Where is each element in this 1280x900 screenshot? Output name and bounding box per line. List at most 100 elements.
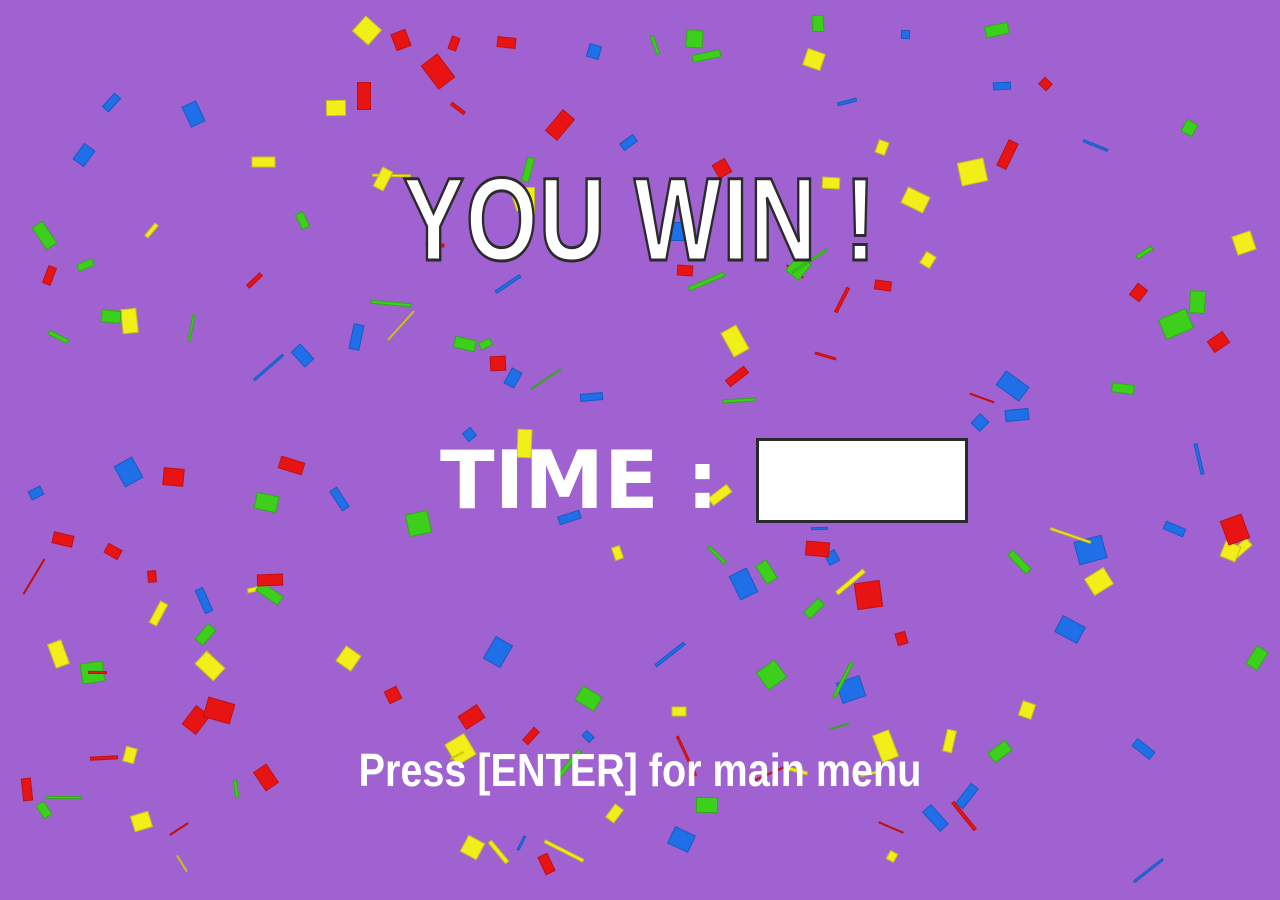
confetti-piece <box>477 337 494 351</box>
confetti-piece <box>1110 382 1136 395</box>
confetti-piece <box>1162 520 1187 538</box>
confetti-piece <box>447 35 461 52</box>
confetti-piece <box>187 313 196 343</box>
confetti-piece <box>452 335 478 353</box>
confetti-piece <box>802 597 826 620</box>
confetti-piece <box>101 92 122 113</box>
confetti-piece <box>87 670 108 675</box>
confetti-piece <box>103 542 123 561</box>
confetti-piece <box>706 545 728 565</box>
victory-screen: YOU WIN ! TIME : Press [ENTER] for main … <box>0 0 1280 900</box>
time-label: TIME : <box>440 434 719 527</box>
confetti-piece <box>383 685 403 705</box>
confetti-piece <box>51 531 75 548</box>
confetti-piece <box>129 810 154 833</box>
confetti-piece <box>35 800 53 820</box>
confetti-piece <box>27 485 45 501</box>
confetti-piece <box>755 659 788 691</box>
confetti-piece <box>802 47 826 72</box>
confetti-piece <box>176 854 188 873</box>
confetti-piece <box>120 307 139 335</box>
confetti-piece <box>420 53 456 90</box>
confetti-piece <box>1004 407 1030 423</box>
confetti-piece <box>878 821 904 834</box>
win-title: YOU WIN ! <box>402 153 878 288</box>
confetti-piece <box>804 540 831 558</box>
confetti-piece <box>618 133 639 152</box>
confetti-piece <box>450 101 466 116</box>
confetti-piece <box>1083 566 1115 597</box>
confetti-piece <box>496 36 517 49</box>
confetti-piece <box>194 622 217 647</box>
confetti-piece <box>41 265 58 286</box>
confetti-piece <box>194 650 226 682</box>
confetti-piece <box>329 486 350 512</box>
confetti-piece <box>290 343 315 368</box>
confetti-piece <box>1188 289 1207 315</box>
confetti-piece <box>722 397 756 404</box>
confetti-piece <box>72 142 96 168</box>
confetti-piece <box>22 558 46 595</box>
confetti-piece <box>1193 442 1205 476</box>
confetti-piece <box>984 21 1010 39</box>
confetti-piece <box>194 586 214 615</box>
confetti-piece <box>1180 118 1199 138</box>
confetti-piece <box>885 849 899 864</box>
confetti-piece <box>671 706 687 717</box>
confetti-piece <box>100 308 122 325</box>
confetti-piece <box>574 685 603 712</box>
confetti-piece <box>20 777 34 802</box>
confetti-piece <box>814 351 837 361</box>
confetti-piece <box>370 299 412 308</box>
confetti-piece <box>459 834 486 861</box>
confetti-piece <box>894 630 909 647</box>
confetti-piece <box>654 641 686 668</box>
confetti-piece <box>31 220 58 251</box>
confetti-piece <box>922 803 949 833</box>
confetti-piece <box>76 257 95 273</box>
confetti-piece <box>489 355 507 372</box>
confetti-piece <box>691 49 722 63</box>
confetti-piece <box>992 81 1012 91</box>
confetti-piece <box>44 795 83 800</box>
confetti-piece <box>530 368 562 390</box>
confetti-piece <box>811 14 825 33</box>
confetti-piece <box>1017 700 1037 720</box>
confetti-piece <box>148 600 169 627</box>
confetti-piece <box>544 109 576 141</box>
confetti-piece <box>1007 549 1032 575</box>
enter-hint: Press [ENTER] for main menu <box>358 744 922 796</box>
confetti-piece <box>579 392 604 402</box>
confetti-piece <box>1245 644 1269 672</box>
confetti-piece <box>390 28 412 52</box>
confetti-piece <box>585 42 603 61</box>
confetti-piece <box>47 639 70 669</box>
confetti-piece <box>256 573 284 587</box>
confetti-piece <box>720 324 750 358</box>
confetti-piece <box>516 835 527 851</box>
confetti-piece <box>610 544 625 562</box>
confetti-piece <box>325 99 347 117</box>
confetti-piece <box>1054 615 1086 644</box>
confetti-piece <box>387 310 415 341</box>
confetti-piece <box>970 412 990 433</box>
confetti-piece <box>277 455 306 476</box>
confetti-piece <box>969 392 995 404</box>
confetti-piece <box>253 491 280 514</box>
confetti-piece <box>252 353 285 382</box>
confetti-piece <box>169 822 189 836</box>
confetti-piece <box>995 370 1030 402</box>
confetti-piece <box>828 722 850 731</box>
confetti-piece <box>162 467 185 487</box>
time-value-box <box>756 438 968 523</box>
confetti-piece <box>833 286 851 314</box>
confetti-piece <box>335 645 362 672</box>
confetti-piece <box>146 570 158 583</box>
confetti-piece <box>667 826 696 853</box>
confetti-piece <box>348 323 365 351</box>
confetti-piece <box>836 97 858 107</box>
confetti-piece <box>853 579 884 611</box>
confetti-piece <box>755 559 778 585</box>
confetti-piece <box>604 803 625 824</box>
confetti-piece <box>728 567 759 601</box>
